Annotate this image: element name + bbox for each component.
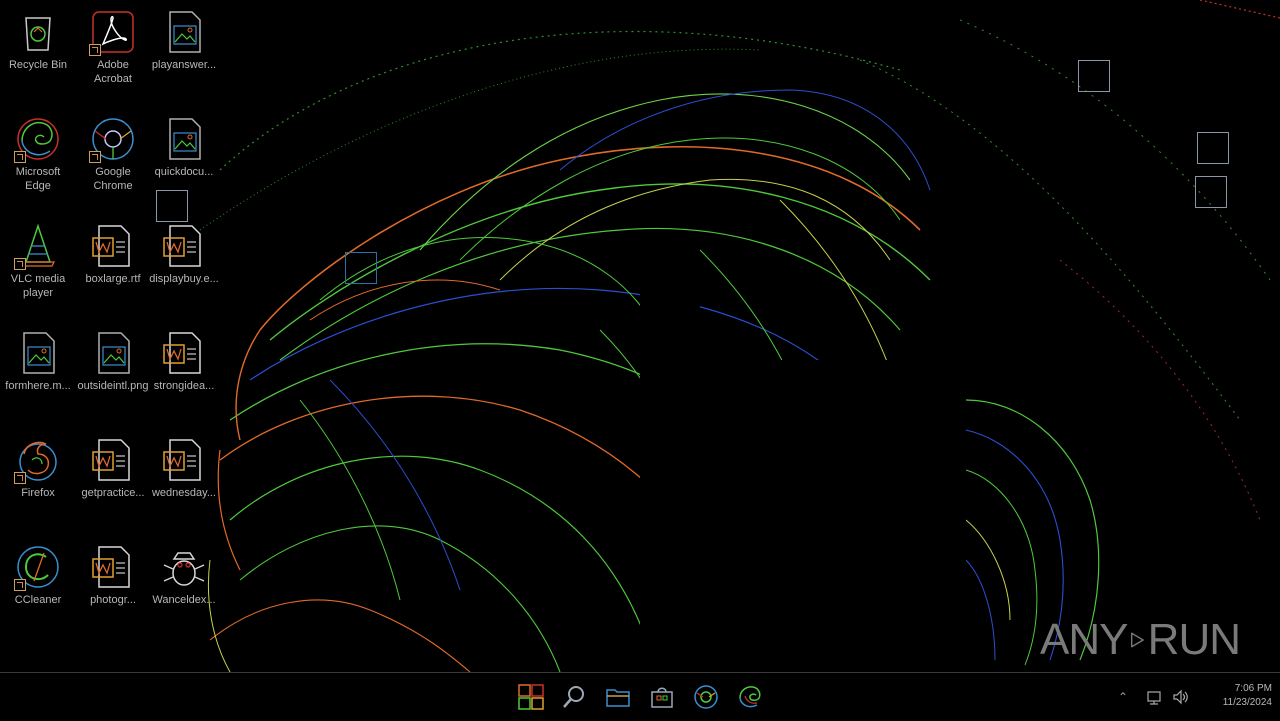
chrome-icon [694,685,718,709]
desktop-icon-ccleaner[interactable]: CCleaner [0,539,76,639]
desktop-icon-getpractice[interactable]: getpractice... [75,432,151,532]
selection-marker [1195,176,1227,208]
adobe-acrobat-icon [89,8,137,56]
desktop-icon-label: outsideintl.png [77,380,149,392]
desktop-icon-label: Adobe Acrobat [94,59,132,85]
desktop-icon-label: Microsoft Edge [15,166,61,192]
desktop-icon-label: CCleaner [14,594,62,606]
recycle-bin-icon [14,8,62,56]
watermark-left-text: ANY [1040,615,1128,664]
taskbar: ⌃ 7:06 PM 11/23/2024 [0,672,1280,720]
desktop-icon-label: playanswer... [151,59,217,71]
vlc-icon [14,222,62,270]
desktop-icon-label: displaybuy.e... [149,273,219,285]
image-file-icon [89,329,137,377]
network-icon[interactable] [1146,689,1164,705]
search-icon [563,686,584,708]
edge-icon [14,115,62,163]
volume-icon[interactable] [1172,689,1190,705]
desktop-icon-playanswer[interactable]: playanswer... [146,4,222,104]
desktop[interactable]: Recycle Bin Adobe Acrobat playanswer... Mic… [0,0,1280,672]
desktop-icon-label: getpractice... [81,487,145,499]
desktop-icon-boxlarge-rtf[interactable]: boxlarge.rtf [75,218,151,318]
shortcut-arrow-icon [89,151,101,163]
edge-icon [739,686,761,708]
chrome-taskbar-button[interactable] [690,681,722,713]
word-doc-icon [160,222,208,270]
chevron-up-icon[interactable]: ⌃ [1118,690,1128,704]
desktop-icon-displaybuy-e[interactable]: displaybuy.e... [146,218,222,318]
desktop-icon-recycle-bin[interactable]: Recycle Bin [0,4,76,104]
desktop-icon-label: Recycle Bin [8,59,68,71]
windows-logo-icon [518,684,544,710]
file-explorer-button[interactable] [602,681,634,713]
desktop-icon-adobe-acrobat[interactable]: Adobe Acrobat [75,4,151,104]
watermark-right-text: RUN [1147,615,1241,664]
desktop-icon-label: Google Chrome [93,166,133,192]
image-file-icon [14,329,62,377]
desktop-icon-label: strongidea... [153,380,215,392]
blank-region-main [640,360,966,672]
start-button[interactable] [515,681,547,713]
shortcut-arrow-icon [89,44,101,56]
play-triangle-icon [1131,632,1145,648]
desktop-icon-formhere-m[interactable]: formhere.m... [0,325,76,425]
shortcut-arrow-icon [14,579,26,591]
word-doc-icon [160,436,208,484]
desktop-icon-strongidea[interactable]: strongidea... [146,325,222,425]
taskbar-clock[interactable]: 7:06 PM 11/23/2024 [1196,682,1272,710]
system-tray: ⌃ [1118,673,1190,721]
shortcut-arrow-icon [14,258,26,270]
bug-app-icon [160,543,208,591]
word-doc-icon [89,222,137,270]
desktop-icon-wednesday[interactable]: wednesday... [146,432,222,532]
desktop-icon-wanceldex[interactable]: Wanceldex... [146,539,222,639]
shortcut-arrow-icon [14,151,26,163]
desktop-icon-label: VLC media player [10,273,66,299]
search-button[interactable] [558,681,590,713]
word-doc-icon [160,329,208,377]
clock-date: 11/23/2024 [1222,697,1272,708]
desktop-icon-microsoft-edge[interactable]: Microsoft Edge [0,111,76,211]
desktop-icon-outsideintl-png[interactable]: outsideintl.png [75,325,151,425]
selection-marker [345,252,377,284]
image-file-icon [160,115,208,163]
desktop-icon-photogr[interactable]: photogr... [75,539,151,639]
edge-taskbar-button[interactable] [734,681,766,713]
firefox-icon [14,436,62,484]
selection-marker [1197,132,1229,164]
desktop-icon-firefox[interactable]: Firefox [0,432,76,532]
clock-time: 7:06 PM [1234,683,1272,694]
chrome-icon [89,115,137,163]
desktop-icon-label: Firefox [21,487,55,499]
desktop-icon-label: boxlarge.rtf [85,273,141,285]
selection-marker [1078,60,1110,92]
anyrun-watermark: ANY RUN [1040,612,1241,668]
ccleaner-icon [14,543,62,591]
image-file-icon [160,8,208,56]
desktop-icon-google-chrome[interactable]: Google Chrome [75,111,151,211]
store-icon [651,687,673,708]
desktop-icon-label: quickdocu... [154,166,214,178]
word-doc-icon [89,543,137,591]
desktop-icon-label: photogr... [90,594,136,606]
desktop-icon-label: formhere.m... [5,380,71,392]
shortcut-arrow-icon [14,472,26,484]
store-button[interactable] [646,681,678,713]
desktop-icon-label: wednesday... [151,487,216,499]
desktop-icon-vlc-media-player[interactable]: VLC media player [0,218,76,318]
word-doc-icon [89,436,137,484]
blank-region-upper [640,265,700,360]
desktop-icon-label: Wanceldex... [152,594,216,606]
folder-icon [606,689,630,707]
desktop-icon-quickdocu[interactable]: quickdocu... [146,111,222,211]
